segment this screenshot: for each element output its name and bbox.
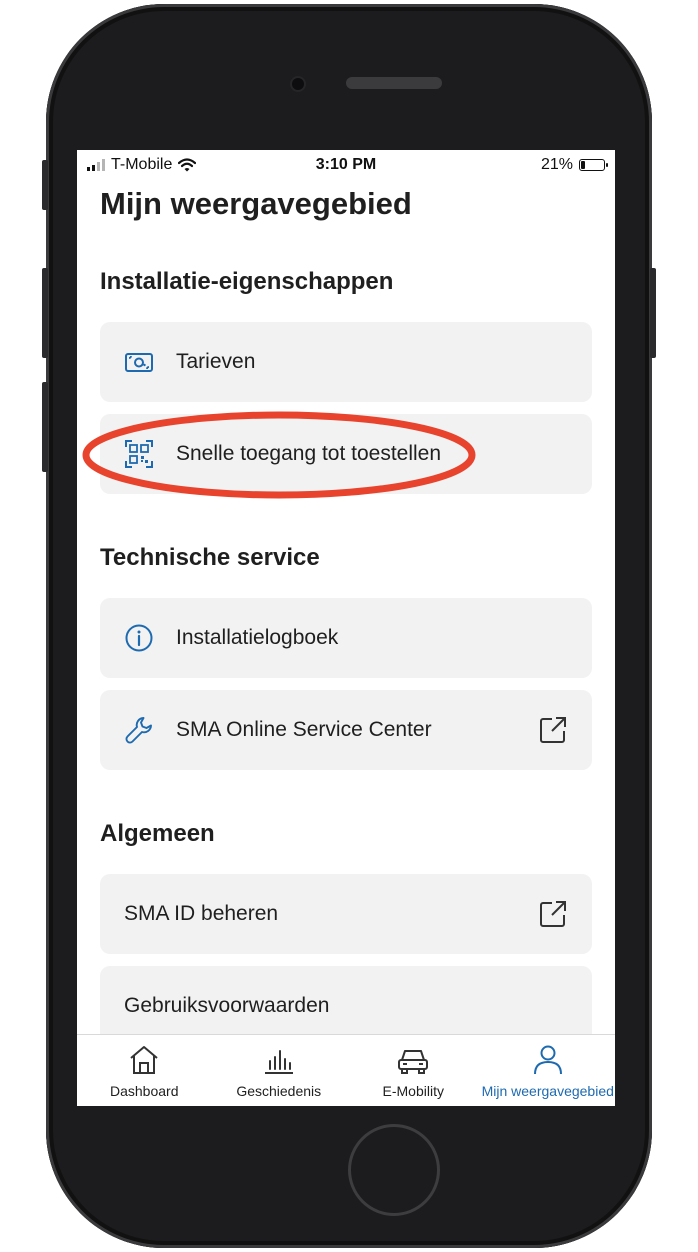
- section-title-algemeen: Algemeen: [100, 820, 215, 847]
- menu-item-label: Gebruiksvoorwaarden: [124, 994, 330, 1017]
- external-link-icon: [540, 901, 566, 927]
- tab-label: Geschiedenis: [236, 1083, 322, 1099]
- tab-label: E-Mobility: [382, 1083, 444, 1099]
- menu-item-tarieven[interactable]: Tarieven: [100, 322, 592, 402]
- bottom-tab-bar: Dashboard Geschiedenis E-Mobility Mijn w…: [77, 1034, 615, 1106]
- tab-label: Mijn weergavegebied: [481, 1083, 614, 1099]
- status-bar: T-Mobile 3:10 PM 21%: [77, 150, 615, 180]
- menu-item-label: Installatielogboek: [176, 626, 339, 649]
- menu-item-label: Snelle toegang tot toestellen: [176, 442, 442, 465]
- menu-item-installatielogboek[interactable]: Installatielogboek: [100, 598, 592, 678]
- tab-e-mobility[interactable]: E-Mobility: [346, 1035, 481, 1106]
- app-screen: T-Mobile 3:10 PM 21% Mijn weergavegebied…: [77, 150, 615, 1106]
- info-icon: [124, 623, 154, 653]
- menu-item-sma-id-beheren[interactable]: SMA ID beheren: [100, 874, 592, 954]
- tab-geschiedenis[interactable]: Geschiedenis: [212, 1035, 347, 1106]
- money-icon: [124, 347, 154, 377]
- home-icon: [130, 1046, 158, 1074]
- menu-item-label: Tarieven: [176, 350, 256, 373]
- tab-mijn-weergavegebied[interactable]: Mijn weergavegebied: [481, 1035, 616, 1106]
- volume-up-button: [42, 268, 48, 358]
- home-button[interactable]: [348, 1124, 440, 1216]
- front-camera: [292, 78, 304, 90]
- wrench-icon: [124, 715, 154, 745]
- bar-chart-icon: [264, 1050, 293, 1074]
- battery-icon: [579, 159, 608, 171]
- external-link-icon: [540, 717, 566, 743]
- menu-item-label: SMA Online Service Center: [176, 718, 432, 741]
- menu-item-snelle-toegang[interactable]: Snelle toegang tot toestellen: [100, 414, 592, 494]
- menu-item-sma-online-service-center[interactable]: SMA Online Service Center: [100, 690, 592, 770]
- tab-label: Dashboard: [110, 1083, 179, 1099]
- menu-item-label: SMA ID beheren: [124, 902, 279, 925]
- section-title-installatie-eigenschappen: Installatie-eigenschappen: [100, 268, 394, 295]
- battery-percentage: 21%: [540, 156, 573, 173]
- mute-switch: [42, 160, 48, 210]
- section-title-technische-service: Technische service: [100, 544, 320, 571]
- car-icon: [398, 1050, 429, 1074]
- power-button: [650, 268, 656, 358]
- tab-dashboard[interactable]: Dashboard: [77, 1035, 212, 1106]
- qr-code-icon: [124, 439, 154, 469]
- page-title: Mijn weergavegebied: [100, 186, 412, 221]
- user-icon: [533, 1045, 562, 1075]
- volume-down-button: [42, 382, 48, 472]
- earpiece-speaker: [346, 77, 442, 89]
- clock: 3:10 PM: [315, 156, 377, 173]
